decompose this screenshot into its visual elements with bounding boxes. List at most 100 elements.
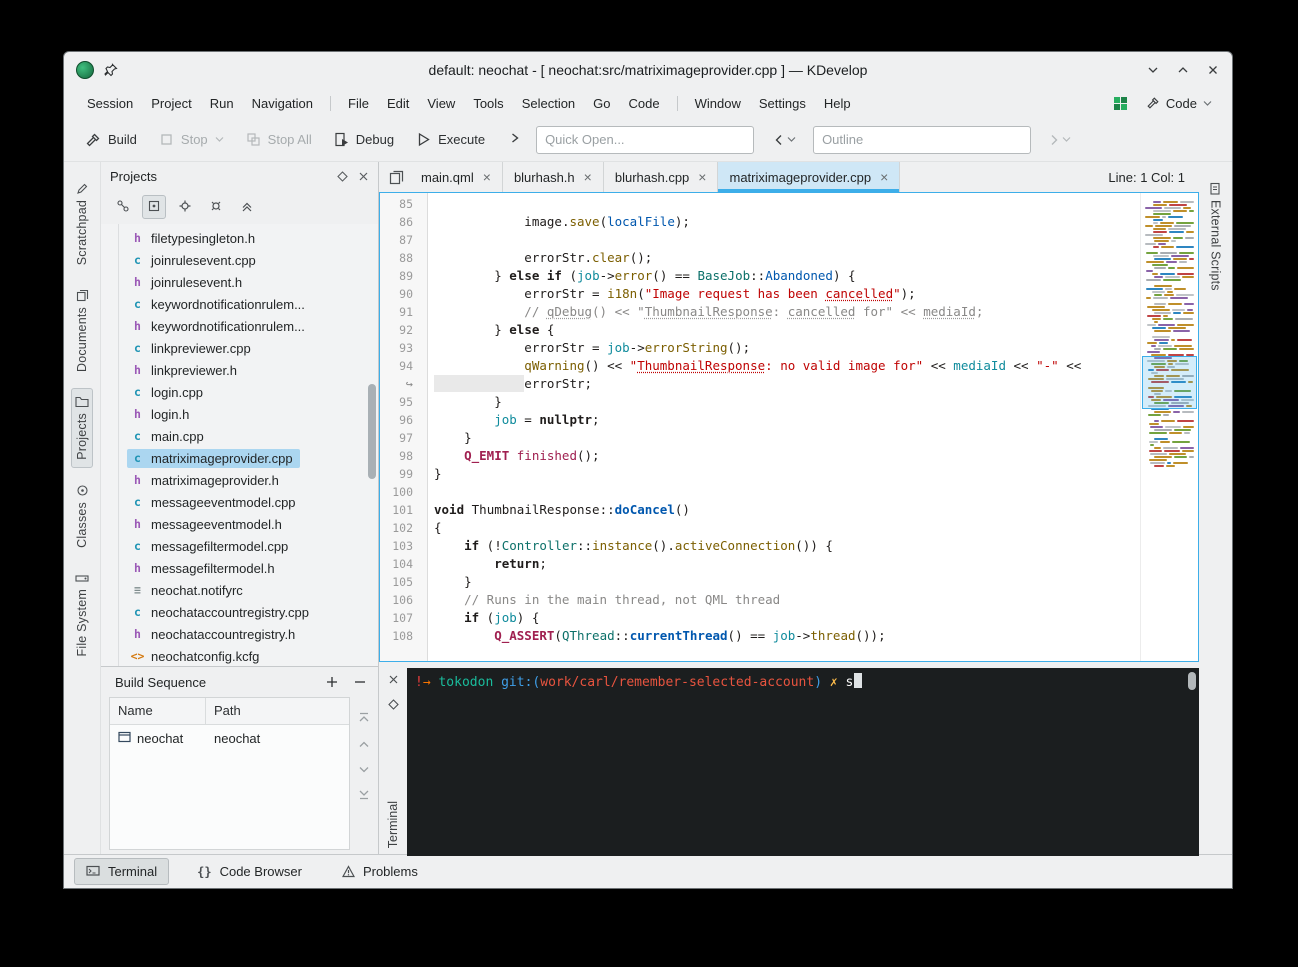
- line-number[interactable]: 98: [380, 447, 420, 465]
- tree-item[interactable]: clinkpreviewer.cpp: [101, 337, 378, 359]
- float-panel-icon[interactable]: [337, 171, 348, 182]
- line-number[interactable]: 100: [380, 483, 420, 501]
- area-code-button[interactable]: Code: [1140, 93, 1218, 114]
- line-number[interactable]: 90: [380, 285, 420, 303]
- tree-item[interactable]: cmatriximageprovider.cpp: [101, 447, 378, 469]
- configure-button[interactable]: [204, 195, 228, 219]
- filter-button[interactable]: [173, 195, 197, 219]
- build-sequence-row[interactable]: neochatneochat: [110, 725, 349, 751]
- tree-item[interactable]: ≡neochat.notifyrc: [101, 579, 378, 601]
- sidebar-tab-scratchpad[interactable]: Scratchpad: [71, 174, 93, 273]
- line-number[interactable]: 93: [380, 339, 420, 357]
- column-header-path[interactable]: Path: [206, 698, 349, 724]
- locate-document-button[interactable]: [111, 195, 135, 219]
- statusbar-tab-terminal[interactable]: Terminal: [74, 858, 169, 885]
- sidebar-tab-projects[interactable]: Projects: [71, 388, 93, 468]
- document-list-icon[interactable]: [389, 170, 404, 185]
- line-number[interactable]: 97: [380, 429, 420, 447]
- terminal-scrollbar[interactable]: [1188, 672, 1196, 690]
- tree-item[interactable]: hneochataccountregistry.h: [101, 623, 378, 645]
- move-up-button[interactable]: [358, 737, 370, 752]
- terminal-screen[interactable]: !→ tokodon git:(work/carl/remember-selec…: [407, 668, 1199, 856]
- close-tab-icon[interactable]: ×: [584, 170, 592, 184]
- code-line[interactable]: 91// qDebug() << "ThumbnailResponse: can…: [380, 303, 1140, 321]
- code-line[interactable]: 90errorStr = i18n("Image request has bee…: [380, 285, 1140, 303]
- menu-file[interactable]: File: [339, 92, 378, 115]
- stop-all-button[interactable]: Stop All: [237, 126, 321, 153]
- code-line[interactable]: 88errorStr.clear();: [380, 249, 1140, 267]
- add-to-build-sequence-button[interactable]: [320, 671, 344, 693]
- code-line[interactable]: 103if (!Controller::instance().activeCon…: [380, 537, 1140, 555]
- code-line[interactable]: ↪errorStr;: [380, 375, 1140, 393]
- tree-item[interactable]: hmessagefiltermodel.h: [101, 557, 378, 579]
- menu-view[interactable]: View: [418, 92, 464, 115]
- code-line[interactable]: 95}: [380, 393, 1140, 411]
- tree-item[interactable]: ckeywordnotificationrulem...: [101, 293, 378, 315]
- pin-icon[interactable]: [104, 63, 118, 77]
- line-number[interactable]: 95: [380, 393, 420, 411]
- line-number[interactable]: 87: [380, 231, 420, 249]
- tree-item[interactable]: hkeywordnotificationrulem...: [101, 315, 378, 337]
- build-button[interactable]: Build: [76, 126, 146, 154]
- menu-window[interactable]: Window: [686, 92, 750, 115]
- sidebar-tab-documents[interactable]: Documents: [71, 281, 93, 380]
- tree-item[interactable]: hmessageeventmodel.h: [101, 513, 378, 535]
- line-number[interactable]: 89: [380, 267, 420, 285]
- line-number[interactable]: 91: [380, 303, 420, 321]
- code-line[interactable]: 94qWarning() << "ThumbnailResponse: no v…: [380, 357, 1140, 375]
- code-line[interactable]: 98Q_EMIT finished();: [380, 447, 1140, 465]
- statusbar-tab-problems[interactable]: Problems: [330, 858, 430, 885]
- menu-session[interactable]: Session: [78, 92, 142, 115]
- maximize-button[interactable]: [1176, 63, 1190, 77]
- editor-tab-main-qml[interactable]: main.qml×: [410, 162, 503, 192]
- code-line[interactable]: 96job = nullptr;: [380, 411, 1140, 429]
- tree-scrollbar[interactable]: [368, 384, 376, 479]
- tree-item[interactable]: hlogin.h: [101, 403, 378, 425]
- code-line[interactable]: 101void ThumbnailResponse::doCancel(): [380, 501, 1140, 519]
- minimap-viewport[interactable]: [1142, 356, 1197, 409]
- code-line[interactable]: 107if (job) {: [380, 609, 1140, 627]
- close-terminal-icon[interactable]: [388, 673, 399, 688]
- move-to-bottom-button[interactable]: [358, 789, 370, 804]
- code-line[interactable]: 99}: [380, 465, 1140, 483]
- line-number[interactable]: 85: [380, 195, 420, 213]
- line-number[interactable]: 105: [380, 573, 420, 591]
- sidebar-tab-file-system[interactable]: File System: [71, 564, 93, 665]
- menu-settings[interactable]: Settings: [750, 92, 815, 115]
- navigate-back-button[interactable]: [768, 129, 801, 151]
- minimize-button[interactable]: [1146, 63, 1160, 77]
- code-line[interactable]: 104return;: [380, 555, 1140, 573]
- close-panel-icon[interactable]: [358, 171, 369, 182]
- code-line[interactable]: 97}: [380, 429, 1140, 447]
- menu-edit[interactable]: Edit: [378, 92, 418, 115]
- code-line[interactable]: 85: [380, 195, 1140, 213]
- code-line[interactable]: 86image.save(localFile);: [380, 213, 1140, 231]
- tree-item[interactable]: cjoinrulesevent.cpp: [101, 249, 378, 271]
- sync-selection-button[interactable]: [142, 195, 166, 219]
- remove-from-build-sequence-button[interactable]: [348, 671, 372, 693]
- editor-tab-blurhash-h[interactable]: blurhash.h×: [503, 162, 604, 192]
- line-number[interactable]: ↪: [380, 375, 420, 393]
- line-number[interactable]: 92: [380, 321, 420, 339]
- code-editor[interactable]: 8586image.save(localFile);8788errorStr.c…: [379, 192, 1199, 662]
- column-header-name[interactable]: Name: [110, 698, 206, 724]
- code-line[interactable]: 100: [380, 483, 1140, 501]
- menu-run[interactable]: Run: [201, 92, 243, 115]
- menu-selection[interactable]: Selection: [513, 92, 584, 115]
- line-number[interactable]: 102: [380, 519, 420, 537]
- minimap[interactable]: [1140, 193, 1198, 661]
- close-tab-icon[interactable]: ×: [698, 170, 706, 184]
- toolbar-overflow-icon[interactable]: [504, 128, 526, 151]
- sidebar-tab-classes[interactable]: Classes: [71, 476, 93, 556]
- titlebar[interactable]: default: neochat - [ neochat:src/matrixi…: [64, 52, 1232, 88]
- collapse-all-button[interactable]: [235, 195, 259, 219]
- sidebar-tab-external-scripts[interactable]: External Scripts: [1205, 174, 1227, 299]
- line-number[interactable]: 96: [380, 411, 420, 429]
- close-button[interactable]: [1206, 63, 1220, 77]
- editor-tab-blurhash-cpp[interactable]: blurhash.cpp×: [604, 162, 719, 192]
- code-line[interactable]: 89} else if (job->error() == BaseJob::Ab…: [380, 267, 1140, 285]
- line-number[interactable]: 101: [380, 501, 420, 519]
- code-line[interactable]: 105}: [380, 573, 1140, 591]
- area-switcher-icon[interactable]: [1113, 96, 1128, 111]
- tree-item[interactable]: hmatriximageprovider.h: [101, 469, 378, 491]
